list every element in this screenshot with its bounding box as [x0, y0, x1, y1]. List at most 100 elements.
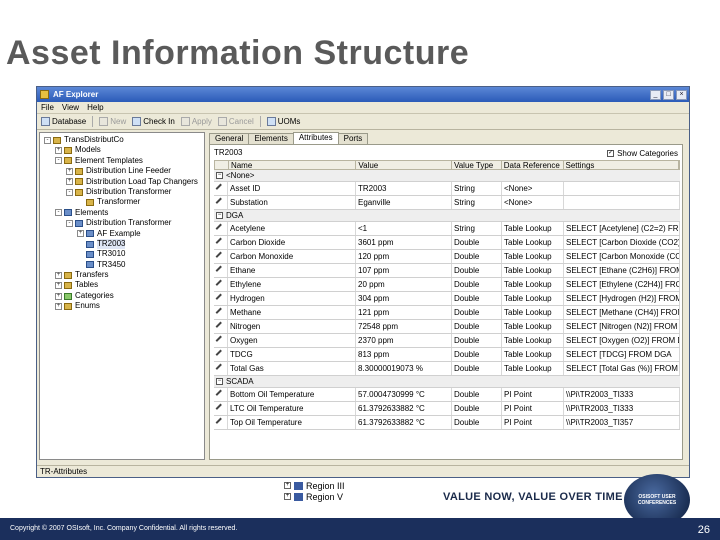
- attribute-value[interactable]: 813 ppm: [356, 348, 452, 361]
- edit-cell[interactable]: [214, 320, 228, 333]
- attribute-settings[interactable]: SELECT [Ethane (C2H6)] FROM DGA: [564, 264, 680, 277]
- attribute-row[interactable]: Bottom Oil Temperature 57.0004730999 °C Do…: [214, 388, 680, 402]
- minimize-icon[interactable]: _: [650, 89, 661, 100]
- attribute-name[interactable]: Nitrogen: [228, 320, 356, 333]
- tab-ports[interactable]: Ports: [337, 133, 369, 144]
- edit-cell[interactable]: [214, 182, 228, 195]
- edit-cell[interactable]: [214, 306, 228, 319]
- tree-node[interactable]: + Transfers: [40, 270, 204, 280]
- attribute-value-type[interactable]: Double: [452, 306, 502, 319]
- header-value[interactable]: Value: [356, 161, 452, 170]
- attribute-settings[interactable]: SELECT [Nitrogen (N2)] FROM DGA: [564, 320, 680, 333]
- attribute-data-reference[interactable]: Table Lookup: [502, 236, 564, 249]
- tree-node[interactable]: - Elements: [40, 208, 204, 218]
- attribute-name[interactable]: Carbon Dioxide: [228, 236, 356, 249]
- attribute-settings[interactable]: [564, 182, 680, 195]
- category-row[interactable]: − SCADA: [214, 376, 680, 388]
- edit-cell[interactable]: [214, 334, 228, 347]
- header-value-type[interactable]: Value Type: [452, 161, 502, 170]
- attribute-value-type[interactable]: Double: [452, 334, 502, 347]
- attribute-data-reference[interactable]: Table Lookup: [502, 222, 564, 235]
- attribute-value-type[interactable]: String: [452, 182, 502, 195]
- attribute-data-reference[interactable]: Table Lookup: [502, 264, 564, 277]
- attribute-name[interactable]: LTC Oil Temperature: [228, 402, 356, 415]
- attribute-value-type[interactable]: Double: [452, 416, 502, 429]
- attribute-value-type[interactable]: Double: [452, 348, 502, 361]
- edit-cell[interactable]: [214, 292, 228, 305]
- attribute-row[interactable]: Top Oil Temperature 61.3792633882 °C Doubl…: [214, 416, 680, 430]
- tree-node[interactable]: + Categories: [40, 291, 204, 301]
- tree-node[interactable]: + Tables: [40, 280, 204, 290]
- tree-node[interactable]: + Models: [40, 145, 204, 155]
- tree-node[interactable]: + Enums: [40, 301, 204, 311]
- menu-file[interactable]: File: [41, 103, 54, 112]
- attribute-settings[interactable]: \\Pi\TR2003_TI333: [564, 402, 680, 415]
- attribute-data-reference[interactable]: PI Point: [502, 416, 564, 429]
- attribute-data-reference[interactable]: PI Point: [502, 388, 564, 401]
- attribute-settings[interactable]: SELECT [Ethylene (C2H4)] FROM DGA: [564, 278, 680, 291]
- menu-help[interactable]: Help: [87, 103, 103, 112]
- edit-cell[interactable]: [214, 264, 228, 277]
- attribute-row[interactable]: Ethylene 20 ppm Double Table Lookup SELECT […: [214, 278, 680, 292]
- attribute-settings[interactable]: SELECT [Hydrogen (H2)] FROM DGA: [564, 292, 680, 305]
- attribute-value[interactable]: 107 ppm: [356, 264, 452, 277]
- attribute-data-reference[interactable]: Table Lookup: [502, 320, 564, 333]
- attribute-row[interactable]: Carbon Dioxide 3601 ppm Double Table Lookup…: [214, 236, 680, 250]
- attribute-data-reference[interactable]: Table Lookup: [502, 278, 564, 291]
- attribute-value-type[interactable]: Double: [452, 236, 502, 249]
- attribute-name[interactable]: Hydrogen: [228, 292, 356, 305]
- attribute-settings[interactable]: SELECT [TDCG] FROM DGA: [564, 348, 680, 361]
- tree-node[interactable]: + Distribution Load Tap Changers: [40, 177, 204, 187]
- show-categories-checkbox[interactable]: ✓: [607, 150, 615, 157]
- attribute-value-type[interactable]: Double: [452, 264, 502, 277]
- attribute-name[interactable]: Carbon Monoxide: [228, 250, 356, 263]
- attribute-row[interactable]: Acetylene <1 String Table Lookup SELECT [Ace…: [214, 222, 680, 236]
- tree-node[interactable]: - Distribution Transformer: [40, 218, 204, 228]
- attribute-value[interactable]: 61.3792633882 °C: [356, 402, 452, 415]
- element-tree[interactable]: - TransDistributCo + Models - Element Templat…: [39, 132, 205, 460]
- tree-node[interactable]: - TransDistributCo: [40, 135, 204, 145]
- attribute-data-reference[interactable]: Table Lookup: [502, 292, 564, 305]
- uoms-button[interactable]: UOMs: [266, 117, 300, 126]
- close-icon[interactable]: ×: [676, 89, 687, 100]
- expand-icon[interactable]: +: [55, 292, 62, 300]
- attribute-value[interactable]: 8.30000019073 %: [356, 362, 452, 375]
- attribute-data-reference[interactable]: Table Lookup: [502, 362, 564, 375]
- tree-node[interactable]: TR3450: [40, 260, 204, 270]
- attribute-name[interactable]: Top Oil Temperature: [228, 416, 356, 429]
- attribute-value[interactable]: 2370 ppm: [356, 334, 452, 347]
- category-row[interactable]: − DGA: [214, 210, 680, 222]
- collapse-icon[interactable]: -: [66, 188, 73, 196]
- checkin-button[interactable]: Check In: [132, 117, 175, 126]
- attribute-settings[interactable]: SELECT [Methane (CH4)] FROM DGA: [564, 306, 680, 319]
- attribute-value-type[interactable]: Double: [452, 320, 502, 333]
- attribute-settings[interactable]: \\Pi\TR2003_TI333: [564, 388, 680, 401]
- tab-elements[interactable]: Elements: [248, 133, 294, 144]
- attribute-settings[interactable]: \\Pi\TR2003_TI357: [564, 416, 680, 429]
- tree-node[interactable]: - Element Templates: [40, 156, 204, 166]
- attribute-data-reference[interactable]: <None>: [502, 196, 564, 209]
- attribute-row[interactable]: Hydrogen 304 ppm Double Table Lookup SELECT …: [214, 292, 680, 306]
- attribute-row[interactable]: Substation Eganville String <None>: [214, 196, 680, 210]
- attribute-value-type[interactable]: String: [452, 196, 502, 209]
- apply-button[interactable]: Apply: [180, 117, 212, 126]
- tree-node[interactable]: TR2003: [40, 238, 204, 250]
- attribute-value[interactable]: TR2003: [356, 182, 452, 195]
- attribute-row[interactable]: Carbon Monoxide 120 ppm Double Table Lookup…: [214, 250, 680, 264]
- edit-cell[interactable]: [214, 236, 228, 249]
- attribute-name[interactable]: Oxygen: [228, 334, 356, 347]
- attribute-value[interactable]: 20 ppm: [356, 278, 452, 291]
- attribute-value[interactable]: <1: [356, 222, 452, 235]
- attribute-data-reference[interactable]: Table Lookup: [502, 334, 564, 347]
- collapse-icon[interactable]: -: [55, 209, 62, 217]
- database-button[interactable]: Database: [41, 117, 86, 126]
- expand-icon[interactable]: +: [55, 282, 62, 290]
- attribute-name[interactable]: Ethane: [228, 264, 356, 277]
- edit-cell[interactable]: [214, 196, 228, 209]
- attribute-value-type[interactable]: Double: [452, 402, 502, 415]
- header-settings[interactable]: Settings: [564, 161, 679, 170]
- edit-cell[interactable]: [214, 416, 228, 429]
- attribute-value-type[interactable]: Double: [452, 388, 502, 401]
- attribute-row[interactable]: Nitrogen 72548 ppm Double Table Lookup SELEC…: [214, 320, 680, 334]
- attribute-name[interactable]: Total Gas: [228, 362, 356, 375]
